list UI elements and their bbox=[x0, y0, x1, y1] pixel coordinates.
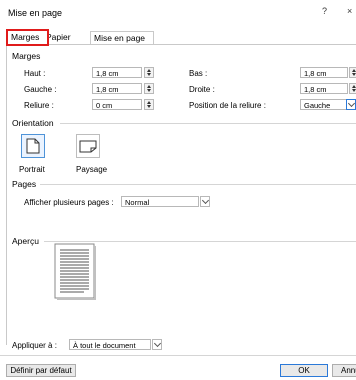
position-reliure-dropdown-arrow[interactable] bbox=[346, 99, 356, 110]
chevron-down-icon bbox=[347, 99, 355, 108]
pages-select[interactable]: Normal bbox=[121, 196, 199, 207]
paysage-label: Paysage bbox=[76, 165, 108, 174]
help-button[interactable]: ? bbox=[322, 6, 327, 16]
position-reliure-select[interactable]: Gauche bbox=[300, 99, 348, 110]
bas-spinner[interactable] bbox=[349, 67, 356, 78]
divider bbox=[0, 355, 356, 356]
tab-bar: Marges Papier Mise en page bbox=[6, 29, 356, 46]
paysage-button[interactable] bbox=[76, 134, 100, 158]
droite-field[interactable]: 1,8 cm bbox=[300, 83, 348, 94]
orientation-heading: Orientation bbox=[12, 118, 54, 128]
bas-field[interactable]: 1,8 cm bbox=[300, 67, 348, 78]
pages-heading: Pages bbox=[12, 179, 37, 189]
droite-spinner[interactable] bbox=[349, 83, 356, 94]
definir-par-defaut-button[interactable]: Définir par défaut bbox=[6, 364, 76, 377]
chevron-down-icon bbox=[153, 339, 161, 348]
reliure-label: Reliure : bbox=[24, 101, 54, 110]
dialog-title: Mise en page bbox=[8, 8, 63, 18]
position-reliure-label: Position de la reliure : bbox=[189, 101, 266, 110]
haut-label: Haut : bbox=[24, 69, 46, 78]
droite-label: Droite : bbox=[189, 85, 215, 94]
bas-label: Bas : bbox=[189, 69, 208, 78]
tab-mise-en-page[interactable]: Mise en page bbox=[90, 31, 154, 44]
haut-spinner[interactable] bbox=[144, 67, 154, 78]
landscape-page-icon bbox=[79, 140, 97, 152]
appliquer-dropdown-arrow[interactable] bbox=[152, 339, 162, 350]
gauche-field[interactable]: 1,8 cm bbox=[92, 83, 142, 94]
divider bbox=[60, 123, 356, 124]
gauche-spinner[interactable] bbox=[144, 83, 154, 94]
pages-dropdown-arrow[interactable] bbox=[200, 196, 210, 207]
chevron-down-icon bbox=[201, 196, 209, 205]
tab-marges[interactable]: Marges bbox=[6, 29, 49, 46]
page-preview-icon bbox=[54, 243, 96, 300]
ok-button[interactable]: OK bbox=[280, 364, 328, 377]
reliure-spinner[interactable] bbox=[144, 99, 154, 110]
appliquer-label: Appliquer à : bbox=[12, 341, 57, 350]
portrait-button[interactable] bbox=[21, 134, 45, 158]
pages-label: Afficher plusieurs pages : bbox=[24, 198, 114, 207]
reliure-field[interactable]: 0 cm bbox=[92, 99, 142, 110]
portrait-page-icon bbox=[26, 138, 40, 154]
appliquer-select[interactable]: À tout le document bbox=[69, 339, 151, 350]
portrait-label: Portrait bbox=[19, 165, 45, 174]
close-button[interactable]: × bbox=[347, 6, 352, 16]
haut-field[interactable]: 1,8 cm bbox=[92, 67, 142, 78]
annuler-button[interactable]: Annuler bbox=[332, 364, 356, 377]
apercu-heading: Aperçu bbox=[12, 236, 39, 246]
marges-heading: Marges bbox=[12, 51, 41, 61]
gauche-label: Gauche : bbox=[24, 85, 57, 94]
divider bbox=[44, 241, 356, 242]
divider bbox=[40, 184, 356, 185]
